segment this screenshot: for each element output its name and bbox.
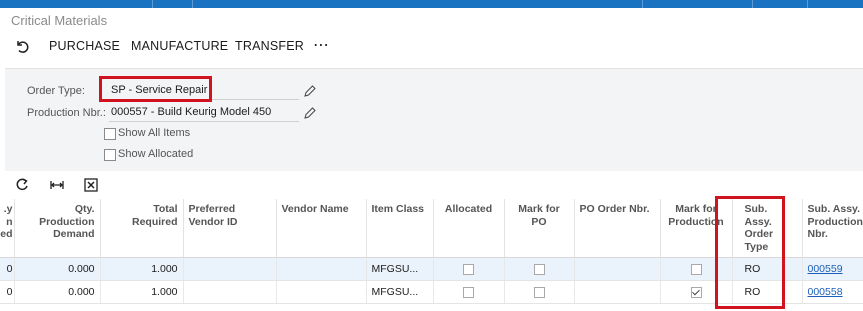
production-nbr-label: Production Nbr.:: [27, 107, 106, 119]
cell-qty-cut: 0: [0, 257, 15, 281]
grid-toolbar: [0, 176, 863, 196]
col-header-vendor-name[interactable]: Vendor Name: [276, 199, 367, 258]
col-header-preferred-vendor-id[interactable]: Preferred Vendor ID: [183, 199, 277, 258]
order-type-highlight: [99, 76, 212, 102]
mark-for-po-checkbox[interactable]: [533, 286, 545, 298]
col-header-item-class[interactable]: Item Class: [366, 199, 434, 258]
allocated-checkbox: [463, 263, 474, 275]
col-header-allocated[interactable]: Allocated: [433, 199, 505, 258]
cell-qty-production-demand: 0.000: [14, 257, 101, 281]
top-nav-bar: [0, 0, 863, 8]
show-all-items-label: Show All Items: [118, 127, 191, 139]
sub-assy-order-type-highlight: [715, 196, 785, 309]
undo-icon: [17, 41, 29, 53]
col-header-total-required[interactable]: Total Required: [100, 199, 184, 258]
cell-po-order-nbr: [574, 257, 661, 281]
mark-for-po-checkbox[interactable]: [533, 263, 545, 275]
cell-mark-for-po[interactable]: [504, 280, 575, 304]
production-nbr-field[interactable]: 000557 - Build Keurig Model 450: [109, 103, 299, 122]
mark-for-production-checkbox[interactable]: [690, 263, 702, 275]
sub-assy-production-nbr-link[interactable]: 000558: [808, 286, 843, 298]
edit-production-nbr-icon[interactable]: [303, 106, 317, 120]
show-all-items-checkbox[interactable]: [104, 128, 116, 140]
cell-qty-production-demand: 0.000: [14, 280, 101, 304]
cell-allocated: [433, 257, 505, 281]
page-title: Critical Materials: [11, 13, 108, 28]
undo-button[interactable]: [14, 35, 32, 57]
toolbar: PURCHASE MANUFACTURE TRANSFER ⋯: [0, 35, 863, 57]
col-header-qty-production-demand[interactable]: Qty. Production Demand: [14, 199, 101, 258]
col-header-mark-for-po[interactable]: Mark for PO: [504, 199, 575, 258]
show-allocated-label: Show Allocated: [118, 148, 194, 160]
export-excel-icon[interactable]: [83, 176, 99, 194]
col-header-po-order-nbr[interactable]: PO Order Nbr.: [574, 199, 661, 258]
show-allocated-checkbox[interactable]: [104, 149, 116, 161]
cell-item-class: MFGSU...: [366, 280, 434, 304]
cell-preferred-vendor-id[interactable]: [183, 257, 277, 281]
fit-columns-icon[interactable]: [49, 176, 65, 194]
mark-for-production-checkbox[interactable]: [690, 286, 702, 298]
cell-sub-assy-production-nbr[interactable]: 000559: [802, 257, 863, 281]
edit-order-type-icon[interactable]: [303, 84, 317, 98]
cell-total-required: 1.000: [100, 280, 184, 304]
cell-mark-for-po[interactable]: [504, 257, 575, 281]
col-header-qty-cut[interactable]: y. n ed: [0, 199, 15, 258]
allocated-checkbox: [463, 286, 474, 298]
cell-item-class: MFGSU...: [366, 257, 434, 281]
cell-vendor-name: [276, 257, 367, 281]
refresh-icon[interactable]: [14, 176, 30, 194]
cell-po-order-nbr: [574, 280, 661, 304]
cell-vendor-name: [276, 280, 367, 304]
sub-assy-production-nbr-link[interactable]: 000559: [808, 263, 843, 275]
more-actions-button[interactable]: ⋯: [313, 35, 329, 57]
cell-allocated: [433, 280, 505, 304]
manufacture-button[interactable]: MANUFACTURE: [131, 35, 228, 57]
purchase-button[interactable]: PURCHASE: [49, 35, 120, 57]
col-header-sub-assy-production-nbr[interactable]: Sub. Assy. Production Nbr.: [802, 199, 863, 258]
cell-qty-cut: 0: [0, 280, 15, 304]
order-type-label: Order Type:: [27, 85, 85, 97]
cell-preferred-vendor-id[interactable]: [183, 280, 277, 304]
cell-sub-assy-production-nbr[interactable]: 000558: [802, 280, 863, 304]
transfer-button[interactable]: TRANSFER: [235, 35, 304, 57]
cell-total-required: 1.000: [100, 257, 184, 281]
